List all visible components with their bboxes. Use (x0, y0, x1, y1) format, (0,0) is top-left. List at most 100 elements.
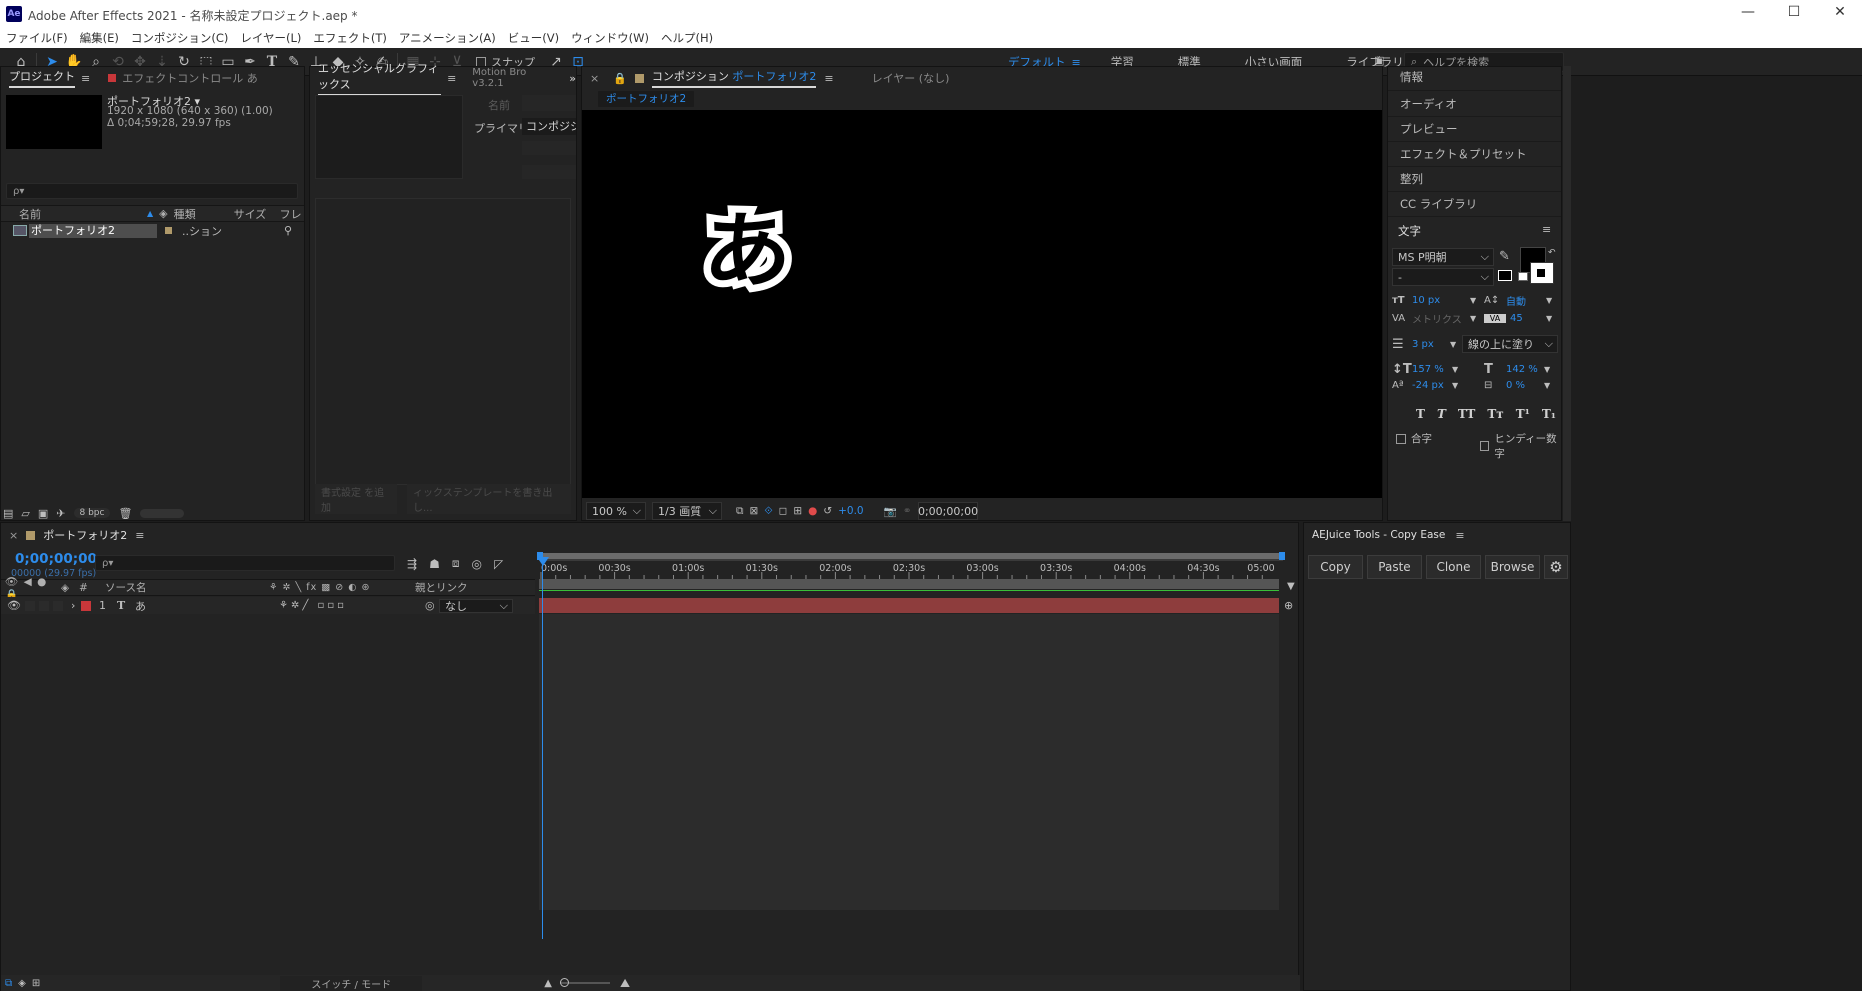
new-comp-icon[interactable]: ▣ (38, 507, 48, 520)
timeline-zoom-slider[interactable] (559, 978, 610, 987)
menu-effect[interactable]: エフェクト(T) (313, 30, 387, 46)
leading-value[interactable]: 自動 (1506, 293, 1546, 308)
font-style-dropdown[interactable]: - ⌵ (1392, 268, 1494, 286)
tsume-value[interactable]: 0 % (1506, 380, 1544, 391)
close-window-button[interactable]: ✕ (1820, 4, 1860, 24)
project-item-row[interactable]: ポートフォリオ2 ..ション ⚲ (1, 223, 304, 238)
label-column-icon[interactable]: ◈ (159, 207, 167, 220)
current-time-field[interactable]: 0;00;00;00 (917, 502, 978, 520)
paste-button[interactable]: Paste (1367, 555, 1422, 579)
stroke-width-dropdown-icon[interactable]: ▼ (1450, 340, 1462, 349)
column-size[interactable]: サイズ (234, 206, 280, 222)
faux-bold-button[interactable]: T (1416, 407, 1425, 421)
panel-menu-icon[interactable]: ≡ (81, 72, 90, 85)
horizontal-scale-dropdown-icon[interactable]: ▼ (1544, 365, 1550, 374)
menu-window[interactable]: ウィンドウ(W) (571, 30, 649, 46)
layer-switches-toggle-icon[interactable]: ⧉ (5, 978, 12, 989)
new-folder-icon[interactable]: ▱ (21, 507, 29, 520)
time-navigator[interactable] (539, 579, 1279, 589)
current-time-indicator[interactable] (542, 559, 543, 939)
vertical-scale-value[interactable]: 157 % (1412, 364, 1452, 375)
label-color-swatch[interactable] (165, 227, 172, 234)
superscript-button[interactable]: T¹ (1516, 407, 1530, 421)
panel-info[interactable]: 情報 (1388, 67, 1561, 91)
font-size-dropdown-icon[interactable]: ▼ (1470, 296, 1484, 305)
canvas-text-layer[interactable]: あ (695, 203, 799, 299)
menu-file[interactable]: ファイル(F) (6, 30, 68, 46)
zoom-out-icon[interactable]: ▲ (544, 978, 552, 989)
panel-audio[interactable]: オーディオ (1388, 91, 1561, 117)
menu-layer[interactable]: レイヤー(L) (240, 30, 301, 46)
pick-whip-icon[interactable]: ◎ (425, 599, 439, 612)
edit-properties-button[interactable] (522, 165, 576, 179)
layer-visibility-icon[interactable]: 👁 (7, 599, 25, 612)
tracking-value[interactable]: 45 (1510, 313, 1546, 324)
interpret-footage-icon[interactable]: ▤ (3, 507, 13, 520)
layer-name[interactable]: あ (135, 598, 279, 614)
kerning-value[interactable]: メトリクス (1412, 311, 1470, 326)
tab-project[interactable]: プロジェクト (9, 68, 75, 88)
comp-flowchart-icon[interactable]: ⇶ (407, 557, 417, 571)
column-name[interactable]: 名前 (19, 206, 147, 222)
kerning-dropdown-icon[interactable]: ▼ (1470, 314, 1484, 323)
resolution-dropdown[interactable]: 1/3 画質 ⌵ (652, 502, 722, 520)
clone-button[interactable]: Clone (1426, 555, 1481, 579)
source-name-header[interactable]: ソース名 (105, 580, 269, 595)
bpc-button[interactable]: 8 bpc (73, 508, 111, 518)
project-search-input[interactable]: ρ▾ (6, 183, 298, 199)
vertical-scale-dropdown-icon[interactable]: ▼ (1452, 365, 1484, 374)
comp-breadcrumb[interactable]: ポートフォリオ2 (598, 91, 695, 107)
panel-preview[interactable]: プレビュー (1388, 117, 1561, 142)
copy-button[interactable]: Copy (1308, 555, 1363, 579)
switches-modes-toggle[interactable]: スイッチ / モード (280, 975, 423, 991)
zoom-in-icon[interactable]: ⛰ (620, 976, 630, 991)
stroke-color-swatch[interactable] (1530, 262, 1554, 284)
font-size-value[interactable]: 10 px (1412, 295, 1470, 306)
zoom-dropdown[interactable]: 100 % ⌵ (586, 502, 646, 520)
panel-menu-icon[interactable]: ≡ (1542, 223, 1551, 236)
baseline-dropdown-icon[interactable]: ▼ (1452, 381, 1484, 390)
exposure-value[interactable]: +0.0 (838, 505, 864, 517)
settings-gear-icon[interactable]: ⚙ (1544, 555, 1568, 579)
all-caps-button[interactable]: TT (1458, 407, 1475, 421)
snap-checkbox[interactable] (476, 56, 486, 67)
menu-edit[interactable]: 編集(E) (80, 30, 119, 46)
leading-dropdown-icon[interactable]: ▼ (1546, 296, 1552, 305)
horizontal-scale-value[interactable]: 142 % (1506, 364, 1544, 375)
comp-button-icon[interactable]: ⊕ (1284, 599, 1293, 612)
maximize-button[interactable]: ☐ (1774, 4, 1814, 24)
parent-link-header[interactable]: 親とリンク (415, 580, 468, 595)
layer-duration-bar[interactable] (539, 598, 1279, 613)
subscript-button[interactable]: T₁ (1542, 407, 1556, 421)
panel-overflow-icon[interactable]: » (569, 72, 576, 85)
region-of-interest-icon[interactable]: ◻ (779, 505, 788, 517)
shy-layers-icon[interactable]: ☗ (429, 557, 440, 571)
panel-effects-presets[interactable]: エフェクト＆プリセット (1388, 142, 1561, 167)
tab-effect-controls[interactable]: エフェクトコントロール あ (122, 70, 258, 86)
reset-exposure-icon[interactable]: ↺ (823, 505, 832, 517)
column-type[interactable]: 種類 (174, 206, 234, 222)
panel-menu-icon[interactable]: ≡ (824, 72, 833, 85)
thumbnail-slider[interactable] (140, 508, 185, 518)
render-queue-icon[interactable]: ✈ (56, 507, 65, 520)
lock-icon[interactable]: 🔒 (613, 72, 627, 85)
export-template-button[interactable]: ィックステンプレートを書き出し... (407, 484, 571, 514)
playhead-handle-icon[interactable] (537, 557, 549, 566)
faux-italic-button[interactable]: T (1437, 407, 1446, 421)
snapshot-icon[interactable]: 📷 (884, 505, 897, 518)
fast-preview-icon[interactable]: ⧉ (736, 505, 744, 518)
label-column-icon[interactable]: ◈ (61, 582, 79, 594)
grid-guides-icon[interactable]: ⊞ (793, 505, 802, 517)
tab-composition[interactable]: コンポジション ポートフォリオ2 (651, 68, 817, 88)
timeline-search-input[interactable]: ρ▾ (95, 555, 395, 571)
flowchart-icon[interactable]: ⚲ (284, 224, 292, 237)
work-area-bar[interactable] (537, 552, 1285, 561)
close-tab-icon[interactable]: × (590, 72, 599, 85)
comp-marker-bin-icon[interactable]: ▼ (1287, 581, 1295, 592)
menu-animation[interactable]: アニメーション(A) (399, 30, 496, 46)
swap-colors-icon[interactable]: ↶ (1548, 248, 1556, 258)
panel-menu-icon[interactable]: ≡ (447, 72, 456, 85)
close-tab-icon[interactable]: × (9, 529, 18, 542)
tab-layer[interactable]: レイヤー (なし) (872, 70, 950, 86)
timeline-layer-row[interactable]: 👁 › 1 T あ ⚘✲╱ ▫▫▫ ◎ なし ⌵ (1, 597, 535, 614)
